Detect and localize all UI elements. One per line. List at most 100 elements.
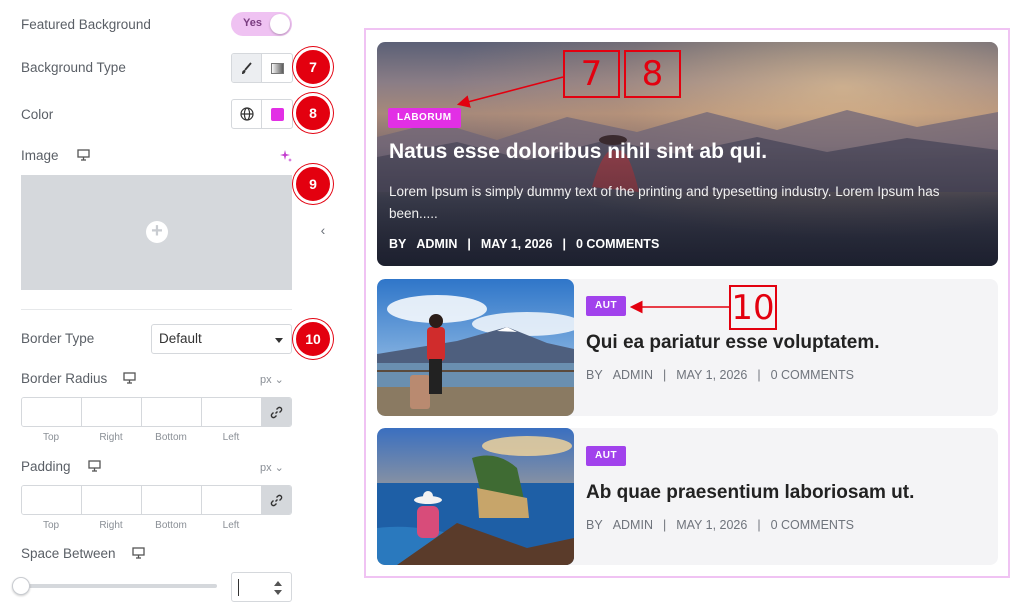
meta-separator: | — [562, 237, 566, 251]
step-marker-9: 9 — [293, 164, 333, 204]
desktop-icon[interactable] — [88, 460, 101, 472]
background-type-label: Background Type — [21, 60, 126, 75]
post-meta: BY ADMIN | MAY 1, 2026 | 0 COMMENTS — [586, 368, 864, 382]
global-colors-button[interactable] — [232, 100, 262, 128]
unit-text: px — [260, 462, 272, 474]
color-label: Color — [21, 107, 54, 122]
radius-bottom-input[interactable] — [142, 398, 202, 426]
collapse-panel-button[interactable]: ‹ — [312, 205, 334, 255]
settings-panel: Featured Background Yes Background Type … — [0, 0, 333, 614]
padding-right-input[interactable] — [82, 486, 142, 514]
border-type-value: Default — [159, 331, 202, 346]
ai-sparkle-icon[interactable] — [279, 149, 293, 163]
category-badge[interactable]: AUT — [586, 446, 627, 466]
space-between-label: Space Between — [21, 546, 116, 561]
padding-dim-labels: Top Right Bottom Left — [21, 520, 261, 531]
featured-post-excerpt: Lorem Ipsum is simply dummy text of the … — [389, 184, 940, 221]
link-values-button[interactable] — [262, 398, 291, 426]
dim-label-right: Right — [99, 432, 123, 443]
border-radius-unit-select[interactable]: px ⌄ — [260, 373, 284, 386]
dim-label-left: Left — [222, 432, 240, 443]
post-title[interactable]: Qui ea pariatur esse voluptatem. — [586, 332, 880, 354]
callout-label-8: 8 — [624, 50, 681, 98]
meta-comments[interactable]: 0 COMMENTS — [771, 518, 854, 532]
radius-left-input[interactable] — [202, 398, 262, 426]
callout-label-10: 10 — [729, 285, 777, 330]
radius-top-input[interactable] — [22, 398, 82, 426]
meta-by: BY — [389, 237, 407, 251]
color-swatch-button[interactable] — [262, 100, 292, 128]
image-upload-area[interactable]: + — [21, 175, 292, 290]
radius-right-input[interactable] — [82, 398, 142, 426]
background-type-group — [231, 53, 293, 83]
meta-author[interactable]: ADMIN — [613, 368, 653, 382]
spinner-arrows-icon[interactable] — [273, 579, 283, 597]
unit-text: px — [260, 374, 272, 386]
step-marker-8: 8 — [293, 93, 333, 133]
chevron-down-icon — [275, 338, 283, 343]
brush-icon — [242, 61, 252, 74]
padding-bottom-input[interactable] — [142, 486, 202, 514]
space-between-slider-thumb[interactable] — [12, 577, 30, 595]
border-radius-label: Border Radius — [21, 371, 108, 386]
border-radius-dim-labels: Top Right Bottom Left — [21, 432, 261, 443]
space-between-number-input[interactable] — [231, 572, 292, 602]
meta-separator: | — [467, 237, 471, 251]
color-swatch — [270, 107, 284, 121]
dim-label-right: Right — [99, 520, 123, 531]
meta-comments[interactable]: 0 COMMENTS — [576, 237, 659, 251]
dim-label-left: Left — [222, 520, 240, 531]
meta-by: BY — [586, 518, 603, 532]
dim-label-bottom: Bottom — [155, 520, 187, 531]
desktop-icon[interactable] — [77, 149, 90, 161]
meta-separator: | — [662, 368, 667, 382]
space-between-slider-track[interactable] — [21, 584, 217, 588]
post-meta: BY ADMIN | MAY 1, 2026 | 0 COMMENTS — [586, 518, 864, 532]
post-thumbnail[interactable] — [377, 428, 574, 565]
link-values-button[interactable] — [262, 486, 291, 514]
classic-brush-button[interactable] — [232, 54, 262, 82]
desktop-icon[interactable] — [123, 372, 136, 384]
border-type-label: Border Type — [21, 331, 95, 346]
meta-date[interactable]: MAY 1, 2026 — [676, 518, 747, 532]
globe-icon — [239, 107, 254, 121]
meta-by: BY — [586, 368, 603, 382]
meta-separator: | — [757, 518, 761, 532]
dim-label-bottom: Bottom — [155, 432, 187, 443]
link-icon — [270, 406, 283, 418]
padding-label: Padding — [21, 459, 71, 474]
featured-post-meta: BY ADMIN | MAY 1, 2026 | 0 COMMENTS — [389, 237, 669, 251]
toggle-knob — [270, 14, 290, 34]
meta-author[interactable]: ADMIN — [416, 237, 457, 251]
text-cursor — [238, 579, 239, 596]
link-icon — [270, 494, 283, 506]
border-type-select[interactable]: Default — [151, 324, 292, 354]
featured-post-title[interactable]: Natus esse doloribus nihil sint ab qui. — [389, 140, 767, 164]
post-title[interactable]: Ab quae praesentium laboriosam ut. — [586, 482, 914, 504]
lake-traveler-image — [377, 279, 574, 416]
step-marker-7: 7 — [293, 47, 333, 87]
meta-separator: | — [757, 368, 761, 382]
chevron-left-icon: ‹ — [320, 222, 326, 238]
coast-traveler-image — [377, 428, 574, 565]
meta-comments[interactable]: 0 COMMENTS — [771, 368, 854, 382]
category-badge[interactable]: AUT — [586, 296, 627, 316]
step-marker-10: 10 — [293, 319, 333, 359]
padding-top-input[interactable] — [22, 486, 82, 514]
gradient-button[interactable] — [262, 54, 292, 82]
toggle-text: Yes — [243, 17, 262, 29]
color-control-group — [231, 99, 293, 129]
featured-background-toggle[interactable]: Yes — [231, 12, 292, 36]
featured-background-label: Featured Background — [21, 17, 151, 32]
category-badge[interactable]: LABORUM — [388, 108, 461, 128]
desktop-icon[interactable] — [132, 547, 145, 559]
dim-label-top: Top — [42, 520, 60, 531]
image-label: Image — [21, 148, 59, 163]
meta-date[interactable]: MAY 1, 2026 — [481, 237, 553, 251]
meta-date[interactable]: MAY 1, 2026 — [676, 368, 747, 382]
meta-author[interactable]: ADMIN — [613, 518, 653, 532]
padding-left-input[interactable] — [202, 486, 262, 514]
post-thumbnail[interactable] — [377, 279, 574, 416]
add-image-icon[interactable]: + — [146, 221, 168, 243]
padding-unit-select[interactable]: px ⌄ — [260, 461, 284, 474]
